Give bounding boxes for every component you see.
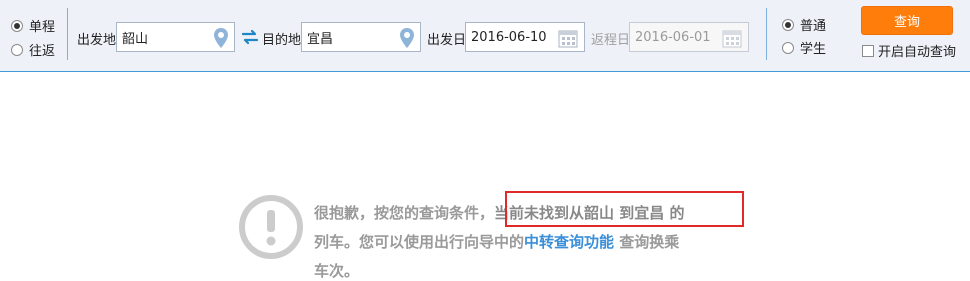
search-toolbar: 单程 往返 出发地 目的地 出发日 返程 [0,0,970,72]
message-part-4: 车次。 [314,262,360,280]
to-label: 目的地 [262,33,302,48]
message-part-1: 很抱歉，按您的查询条件， [314,204,495,222]
exclamation-circle-icon [239,195,303,259]
message-line-3: 车次。 [314,257,764,281]
auto-query-checkbox-control[interactable] [862,44,874,57]
normal-ticket-label: 普通 [800,19,827,34]
message-line-2: 列车。您可以使用出行向导中的中转查询功能 查询换乘 [314,228,764,257]
return-date-label: 返程日 [591,33,631,48]
swap-arrows-icon[interactable] [241,29,259,45]
student-ticket-label: 学生 [800,42,827,57]
calendar-icon[interactable] [558,28,578,48]
normal-ticket-radio[interactable]: 普通 [782,15,826,34]
round-trip-label: 往返 [29,44,56,59]
highlight-box [505,191,744,227]
transfer-query-link[interactable]: 中转查询功能 [524,233,614,251]
from-label: 出发地 [77,33,117,48]
location-pin-icon[interactable] [214,28,228,48]
auto-query-checkbox[interactable]: 开启自动查询 [862,41,956,60]
depart-date-label: 出发日 [427,33,467,48]
round-trip-radio-control[interactable] [11,43,23,56]
student-ticket-radio[interactable]: 学生 [782,38,826,57]
depart-date-field[interactable] [465,22,585,52]
to-field[interactable] [301,22,421,52]
message-part-3: 查询换乘 [614,233,680,251]
auto-query-label: 开启自动查询 [878,45,957,60]
return-date-field[interactable] [629,22,749,52]
student-ticket-radio-control[interactable] [782,41,794,54]
from-field[interactable] [116,22,235,52]
query-button[interactable]: 查询 [861,6,953,35]
calendar-icon[interactable] [722,28,742,48]
location-pin-icon[interactable] [400,28,414,48]
message-part-2: 列车。您可以使用出行向导中的 [314,233,525,251]
one-way-radio-control[interactable] [11,19,23,32]
round-trip-radio[interactable]: 往返 [11,40,55,59]
divider [67,8,68,60]
one-way-label: 单程 [29,20,56,35]
divider [766,8,767,60]
normal-ticket-radio-control[interactable] [782,18,794,31]
one-way-radio[interactable]: 单程 [11,16,55,35]
